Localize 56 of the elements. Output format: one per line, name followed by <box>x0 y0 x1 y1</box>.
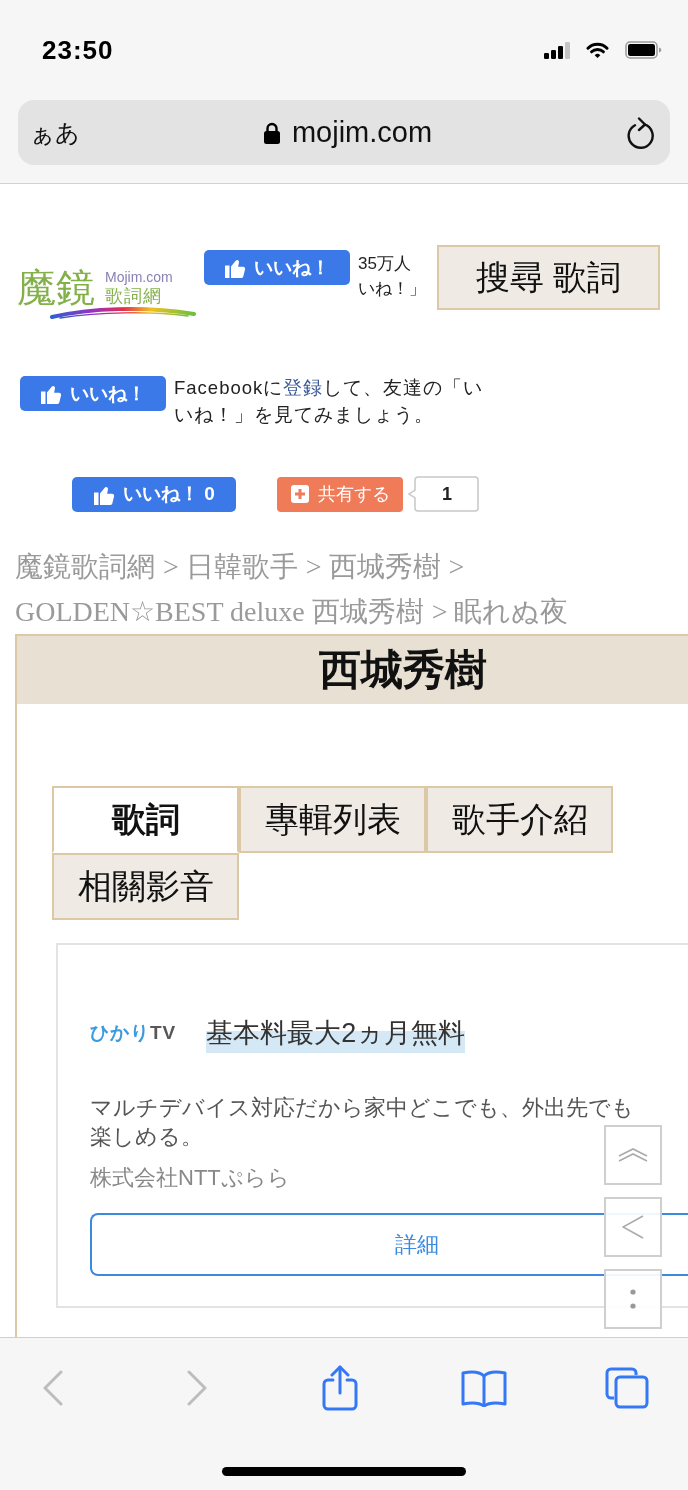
advertiser-name: 株式会社NTTぷらら <box>90 1164 291 1192</box>
tab[interactable]: 歌詞 <box>52 786 239 853</box>
reload-icon <box>626 116 654 149</box>
logo-title: 魔鏡 <box>17 267 95 309</box>
back-button[interactable] <box>604 1197 662 1257</box>
breadcrumb-separator: > <box>448 551 465 582</box>
chevron-right-icon <box>186 1370 207 1406</box>
breadcrumb-link[interactable]: 魔鏡歌詞網 <box>15 551 155 582</box>
book-icon <box>460 1369 507 1407</box>
facebook-prompt-text: Facebookに登録 して、友達の「いいね！」を見てみましょう。 <box>174 376 485 427</box>
address-bar[interactable]: ぁあ mojim.com <box>18 100 670 165</box>
ad-description: マルチデバイス対応だから家中どこでも、外出先でも楽しめる。 <box>90 1094 635 1151</box>
more-button[interactable] <box>604 1269 662 1329</box>
breadcrumb-separator: > <box>305 551 322 582</box>
tab[interactable]: 相關影音 <box>52 853 239 920</box>
brand-logo-text: TV <box>150 1022 177 1043</box>
share-count: 1 <box>408 476 479 512</box>
breadcrumb-separator: > <box>431 596 448 627</box>
thumbs-up-icon <box>40 383 62 404</box>
brand-logo-text: ひかり <box>90 1022 150 1043</box>
breadcrumb-link[interactable]: 日韓歌手 <box>185 551 298 582</box>
tab[interactable]: 歌手介紹 <box>426 786 613 853</box>
chevron-left-icon <box>43 1370 63 1406</box>
like-count-text: 35万人 いね！」 <box>358 253 427 300</box>
tab[interactable]: 專輯列表 <box>239 786 426 853</box>
breadcrumb-separator: > <box>163 551 179 582</box>
details-button[interactable]: 詳細 <box>90 1213 688 1276</box>
reload-button[interactable] <box>626 116 654 149</box>
double-chevron-up-icon <box>618 1148 648 1162</box>
breadcrumb-link[interactable]: 眠れぬ夜 <box>454 596 569 627</box>
rainbow-swoosh-icon <box>50 305 196 319</box>
scroll-top-button[interactable] <box>604 1125 662 1185</box>
like-button[interactable]: いいね！ <box>20 376 166 411</box>
thumbs-up-icon <box>224 257 246 278</box>
facebook-share-button[interactable]: 共有する <box>277 476 403 512</box>
status-time: 23:50 <box>42 34 115 66</box>
plus-icon <box>290 485 309 503</box>
logo-domain: Mojim.com <box>105 269 173 285</box>
url-text[interactable]: mojim.com <box>291 116 433 149</box>
like-button[interactable]: いいね！ <box>204 250 350 285</box>
search-lyrics-button[interactable]: 搜尋 歌詞 <box>437 245 660 310</box>
share-icon <box>322 1365 358 1411</box>
text-size-button[interactable]: ぁあ <box>30 116 80 149</box>
like-button[interactable]: いいね！ 0 <box>72 476 236 512</box>
battery-icon <box>625 41 662 59</box>
more-icon <box>630 1289 636 1309</box>
logo-subtitle: 歌詞網 <box>105 285 163 307</box>
chevron-left-icon <box>622 1215 644 1239</box>
register-link[interactable]: 登録 <box>283 377 324 398</box>
wifi-icon <box>586 41 609 59</box>
breadcrumb-link[interactable]: 西城秀樹 <box>328 551 441 582</box>
artist-name: 西城秀樹 <box>319 646 487 695</box>
lock-icon <box>263 121 280 144</box>
breadcrumb-link[interactable]: GOLDEN☆BEST deluxe 西城秀樹 <box>15 596 424 627</box>
signal-icon <box>544 41 570 59</box>
tabs-icon <box>605 1367 649 1409</box>
